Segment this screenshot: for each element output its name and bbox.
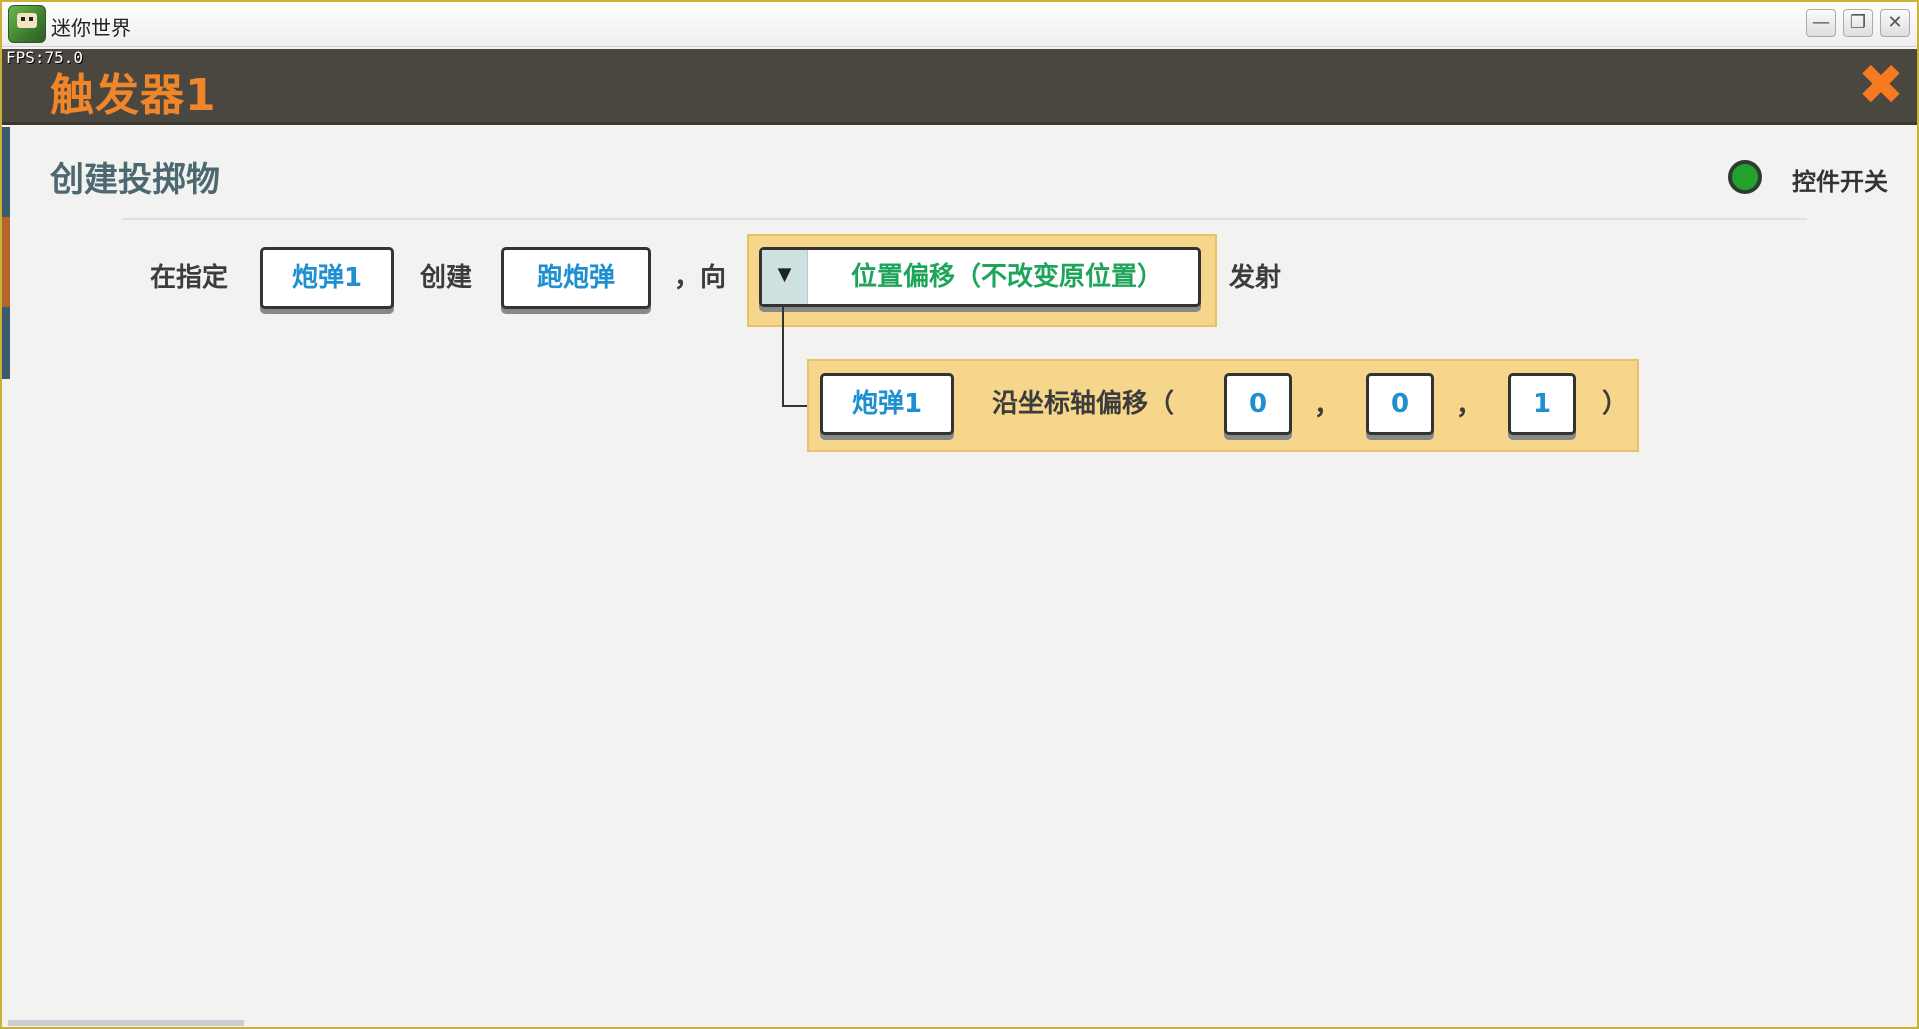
fps-counter: FPS:75.0 (6, 48, 84, 67)
text-axis-offset: 沿坐标轴偏移（ (992, 389, 1175, 419)
left-edge-decoration (2, 127, 10, 1027)
window-title: 迷你世界 (51, 16, 131, 40)
switch-status-dot[interactable] (1728, 160, 1762, 194)
window-titlebar: 迷你世界 — ❐ ✕ (2, 2, 1917, 47)
offset-target-button[interactable]: 炮弹1 (820, 373, 954, 435)
text-toward: ，向 (674, 263, 727, 293)
app-logo-icon (8, 5, 46, 43)
close-panel-icon[interactable]: ✖ (1854, 58, 1908, 114)
text-close-paren: ） (1602, 389, 1629, 419)
section-title: 创建投掷物 (50, 160, 220, 200)
offset-z-input[interactable]: 1 (1508, 373, 1576, 435)
dropdown-caret-icon[interactable]: ▼ (762, 250, 808, 304)
projectile-slot-button[interactable]: 炮弹1 (260, 247, 394, 309)
dropdown-value[interactable]: 位置偏移（不改变原位置） (822, 250, 1192, 304)
switch-label[interactable]: 控件开关 (1792, 162, 1888, 197)
restore-button[interactable]: ❐ (1843, 9, 1873, 37)
offset-y-input[interactable]: 0 (1366, 373, 1434, 435)
section-divider (122, 218, 1807, 220)
game-window: 迷你世界 — ❐ ✕ FPS:75.0 触发器1 ✖ 创建投掷物 控件开关 在指… (0, 0, 1919, 1029)
text-create: 创建 (420, 263, 473, 293)
text-at-specified: 在指定 (150, 263, 229, 293)
text-fire: 发射 (1229, 263, 1282, 293)
minimize-button[interactable]: — (1806, 9, 1836, 37)
direction-dropdown[interactable]: ▼ 位置偏移（不改变原位置） (759, 247, 1201, 307)
projectile-type-button[interactable]: 跑炮弹 (501, 247, 651, 309)
close-window-button[interactable]: ✕ (1880, 9, 1910, 37)
trigger-header: 触发器1 ✖ (2, 49, 1917, 125)
tree-connector-line (782, 307, 808, 407)
offset-x-input[interactable]: 0 (1224, 373, 1292, 435)
comma-separator: ， (1314, 391, 1341, 421)
trigger-title: 触发器1 (50, 70, 217, 121)
comma-separator: ， (1456, 391, 1483, 421)
horizontal-scrollbar[interactable] (8, 1020, 244, 1026)
